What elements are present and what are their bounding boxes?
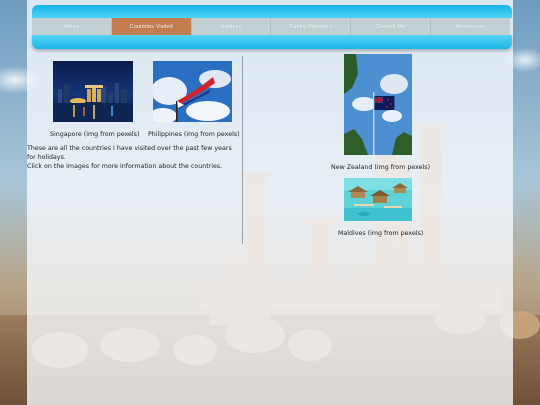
maldives-caption: Maldives (img from pexels) [338,230,424,237]
maldives-image[interactable] [344,178,412,221]
nav-item-contact-me[interactable]: Contact Me [351,18,432,35]
nav-item-family-members[interactable]: Family Members [271,18,352,35]
intro-text: These are all the countries I have visit… [27,144,239,171]
new-zealand-image[interactable] [344,54,412,155]
singapore-image[interactable] [53,61,133,122]
column-divider [242,56,243,244]
philippines-caption: Philippines (img from pexels) [148,131,240,138]
nav-bar-top [32,5,512,18]
nav-item-references[interactable]: References [431,18,510,35]
nav-bar-bottom [32,35,512,49]
nav-item-countries-visited[interactable]: Countries Visited [111,18,192,35]
philippines-image[interactable] [153,61,232,122]
singapore-caption: Singapore (img from pexels) [50,131,140,138]
intro-line-2: Click on the images for more information… [27,163,223,170]
intro-line-1: These are all the countries I have visit… [27,145,232,161]
nav-item-about[interactable]: About [32,18,112,35]
nav-bar: About Countries Visited Hobbies Family M… [32,18,510,35]
nav-item-hobbies[interactable]: Hobbies [191,18,272,35]
new-zealand-caption: New Zealand (img from pexels) [331,164,431,171]
